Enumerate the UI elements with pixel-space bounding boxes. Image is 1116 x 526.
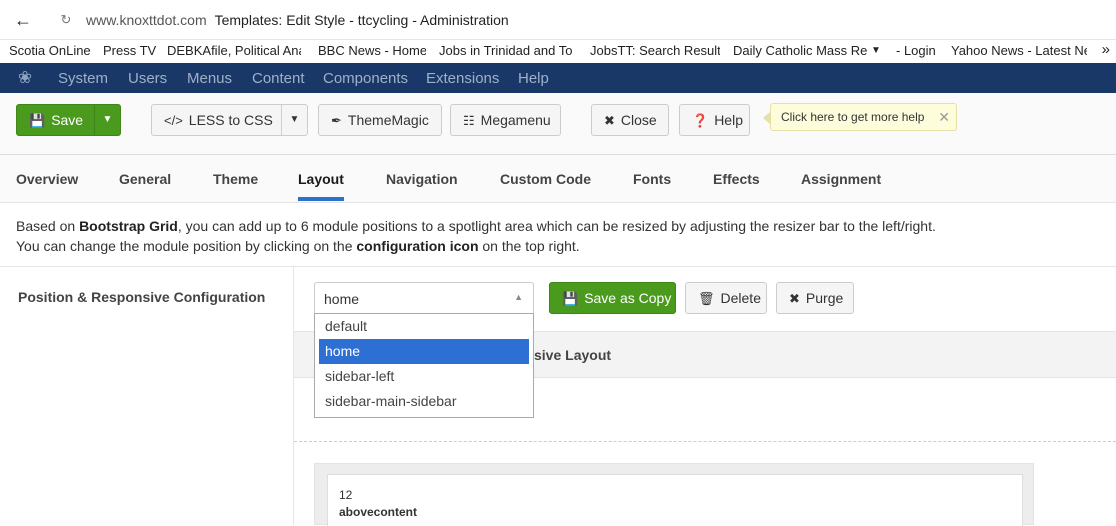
layout-description: Based on Bootstrap Grid, you can add up … bbox=[16, 216, 1106, 256]
save-icon: 💾 bbox=[29, 113, 46, 128]
save-button[interactable]: 💾 Save ▼ bbox=[16, 104, 121, 136]
save-label: Save bbox=[51, 112, 84, 128]
bookmark-item[interactable]: Scotia OnLine bbox=[9, 43, 91, 58]
joomla-logo-icon[interactable]: ❀ bbox=[16, 69, 34, 87]
bookmark-item[interactable]: DEBKAfile, Political Ana bbox=[167, 43, 301, 58]
layout-dropdown-list: default home sidebar-left sidebar-main-s… bbox=[314, 313, 534, 418]
bookmark-item[interactable]: Daily Catholic Mass Rea bbox=[733, 43, 867, 58]
trash-icon: 🗑 bbox=[698, 291, 715, 306]
save-as-copy-button[interactable]: 💾 Save as Copy bbox=[549, 282, 676, 314]
close-icon: ✖ bbox=[789, 291, 800, 306]
magic-wand-icon: ✒ bbox=[331, 113, 342, 128]
layout-select[interactable]: home ▲ bbox=[314, 282, 534, 314]
tab-assignment[interactable]: Assignment bbox=[801, 171, 881, 187]
bookmark-item[interactable]: BBC News - Home bbox=[318, 43, 426, 58]
megamenu-label: Megamenu bbox=[480, 112, 551, 128]
back-arrow-icon[interactable]: ← bbox=[12, 9, 34, 31]
less-label: LESS to CSS bbox=[188, 112, 273, 128]
help-tooltip: Click here to get more help ✕ bbox=[763, 103, 957, 131]
layout-option[interactable]: default bbox=[319, 314, 529, 339]
spotlight-width: 12 bbox=[339, 488, 353, 502]
tab-fonts[interactable]: Fonts bbox=[633, 171, 671, 187]
tab-custom-code[interactable]: Custom Code bbox=[500, 171, 591, 187]
menu-system[interactable]: System bbox=[58, 70, 108, 87]
help-tooltip-text: Click here to get more help bbox=[781, 110, 925, 124]
tab-layout[interactable]: Layout bbox=[298, 171, 344, 201]
tooltip-close-icon[interactable]: ✕ bbox=[938, 104, 950, 130]
megamenu-button[interactable]: ☷ Megamenu bbox=[450, 104, 561, 136]
bookmarks-bar: Scotia OnLine Press TV DEBKAfile, Politi… bbox=[0, 40, 1116, 63]
admin-menu-bar: ❀ System Users Menus Content Components … bbox=[0, 63, 1116, 93]
delete-label: Delete bbox=[720, 290, 761, 306]
sitemap-icon: ☷ bbox=[463, 113, 475, 128]
layout-option-selected[interactable]: home bbox=[319, 339, 529, 364]
purge-button[interactable]: ✖ Purge bbox=[776, 282, 854, 314]
tab-effects[interactable]: Effects bbox=[713, 171, 760, 187]
address-host: www.knoxttdot.com bbox=[86, 12, 207, 28]
spotlight-position[interactable]: 12 abovecontent bbox=[327, 474, 1023, 526]
menu-help[interactable]: Help bbox=[518, 70, 549, 87]
column-divider bbox=[293, 267, 294, 525]
layout-option[interactable]: sidebar-main-sidebar bbox=[319, 389, 529, 414]
save-icon: 💾 bbox=[562, 291, 579, 306]
help-button[interactable]: ❓ Help bbox=[679, 104, 750, 136]
bookmark-item[interactable]: Yahoo News - Latest Ne bbox=[951, 43, 1087, 58]
question-icon: ❓ bbox=[692, 113, 709, 128]
save-copy-label: Save as Copy bbox=[584, 290, 672, 306]
layout-option[interactable]: sidebar-left bbox=[319, 364, 529, 389]
spotlight-position-name: abovecontent bbox=[339, 505, 418, 519]
menu-components[interactable]: Components bbox=[323, 70, 408, 87]
bookmark-item[interactable]: JobsTT: Search Results bbox=[590, 43, 720, 58]
address-bar[interactable]: www.knoxttdot.com Templates: Edit Style -… bbox=[86, 12, 509, 28]
thememagic-button[interactable]: ✒ ThemeMagic bbox=[318, 104, 442, 136]
caret-up-icon: ▲ bbox=[514, 292, 523, 302]
description-line-1: Based on Bootstrap Grid, you can add up … bbox=[16, 218, 936, 234]
reload-icon[interactable]: ↻ bbox=[58, 12, 74, 28]
code-icon: </> bbox=[164, 113, 183, 128]
bookmark-item[interactable]: Jobs in Trinidad and To bbox=[439, 43, 572, 58]
save-dropdown-toggle[interactable]: ▼ bbox=[94, 105, 120, 135]
layout-select-value: home bbox=[324, 291, 360, 307]
responsive-layout-title: sive Layout bbox=[534, 347, 612, 363]
close-label: Close bbox=[620, 112, 657, 128]
bookmarks-more-icon[interactable]: » bbox=[1102, 41, 1110, 58]
toolbar: 💾 Save ▼ </> LESS to CSS ▼ ✒ ThemeMagic ☷ Me… bbox=[0, 93, 1116, 155]
close-icon: ✖ bbox=[604, 113, 615, 128]
bookmark-item[interactable]: Press TV bbox=[103, 43, 157, 58]
browser-toolbar: ← ↻ www.knoxttdot.com Templates: Edit Sty… bbox=[0, 0, 1116, 40]
purge-label: Purge bbox=[805, 290, 844, 306]
delete-button[interactable]: 🗑 Delete bbox=[685, 282, 767, 314]
chevron-down-icon[interactable]: ▼ bbox=[871, 45, 881, 56]
thememagic-label: ThemeMagic bbox=[347, 112, 429, 128]
spotlight-area: 12 abovecontent bbox=[314, 463, 1034, 526]
divider bbox=[0, 266, 1116, 267]
less-dropdown-toggle[interactable]: ▼ bbox=[281, 105, 307, 135]
config-label: Position & Responsive Configuration bbox=[18, 289, 266, 305]
close-button[interactable]: ✖ Close bbox=[591, 104, 669, 136]
menu-menus[interactable]: Menus bbox=[187, 70, 232, 87]
help-label: Help bbox=[714, 112, 743, 128]
dashed-divider bbox=[294, 441, 1116, 442]
tab-general[interactable]: General bbox=[119, 171, 171, 187]
tab-overview[interactable]: Overview bbox=[16, 171, 78, 187]
style-tabs: Overview General Theme Layout Navigation… bbox=[0, 155, 1116, 203]
bookmark-item[interactable]: - Login bbox=[896, 43, 942, 58]
tab-navigation[interactable]: Navigation bbox=[386, 171, 458, 187]
menu-extensions[interactable]: Extensions bbox=[426, 70, 499, 87]
address-title: Templates: Edit Style - ttcycling - Admi… bbox=[214, 12, 509, 28]
tab-theme[interactable]: Theme bbox=[213, 171, 258, 187]
description-line-2: You can change the module position by cl… bbox=[16, 238, 580, 254]
menu-users[interactable]: Users bbox=[128, 70, 167, 87]
menu-content[interactable]: Content bbox=[252, 70, 305, 87]
less-to-css-button[interactable]: </> LESS to CSS ▼ bbox=[151, 104, 308, 136]
